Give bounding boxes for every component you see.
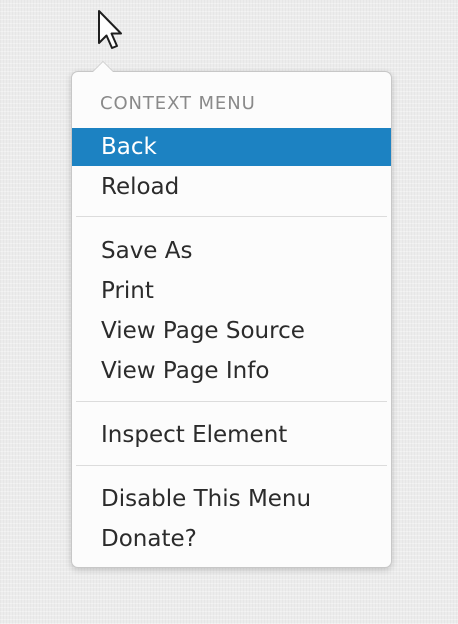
menu-title: CONTEXT MENU <box>100 93 256 114</box>
menu-item-donate[interactable]: Donate? <box>72 520 391 558</box>
menu-separator <box>76 216 387 217</box>
menu-item-save-as[interactable]: Save As <box>72 232 391 270</box>
menu-separator <box>76 465 387 466</box>
menu-item-inspect-element[interactable]: Inspect Element <box>72 416 391 454</box>
menu-separator <box>76 401 387 402</box>
menu-item-disable-this-menu[interactable]: Disable This Menu <box>72 480 391 518</box>
context-menu: CONTEXT MENU Back Reload Save As Print V… <box>71 61 392 568</box>
menu-item-back[interactable]: Back <box>72 128 391 166</box>
menu-item-view-page-source[interactable]: View Page Source <box>72 312 391 350</box>
menu-item-view-page-info[interactable]: View Page Info <box>72 352 391 390</box>
menu-item-reload[interactable]: Reload <box>72 168 391 206</box>
menu-item-print[interactable]: Print <box>72 272 391 310</box>
mouse-pointer-icon <box>98 10 122 49</box>
